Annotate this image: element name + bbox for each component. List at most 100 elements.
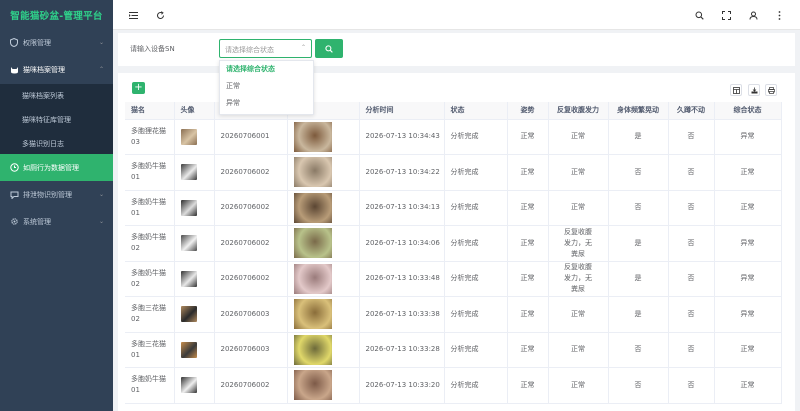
strain-cell: 反复收腹发力，无粪尿	[548, 261, 609, 297]
device-sn-cell: 20260706001	[214, 119, 288, 155]
analysis-time-cell: 2026-07-13 10:33:48	[359, 261, 445, 297]
cat-photo[interactable]	[293, 228, 332, 259]
user-icon[interactable]	[746, 8, 760, 22]
menu-toggle-icon[interactable]	[126, 8, 140, 22]
status-cell: 分析完成	[444, 332, 508, 368]
behavior-table: 猫名 头像 设备SN 图像 分析时间 状态 姿势 反复收腹发力 身体频繁晃动 久…	[125, 102, 782, 404]
chevron-down-icon: ⌄	[98, 191, 104, 198]
cat-photo[interactable]	[293, 263, 332, 294]
more-vertical-icon[interactable]	[772, 8, 786, 22]
search-icon	[325, 44, 333, 53]
device-sn-cell: 20260706003	[214, 296, 288, 333]
overall-status-cell: 异常	[714, 225, 782, 262]
device-sn-cell: 20260706002	[214, 225, 288, 262]
posture-cell: 正常	[507, 261, 549, 297]
device-sn-cell: 20260706002	[214, 154, 288, 191]
overall-status-select[interactable]: 请选择综合状态 ⌃	[219, 39, 312, 58]
status-cell: 分析完成	[444, 261, 508, 297]
squat-cell: 否	[668, 261, 715, 297]
shake-cell: 否	[608, 190, 669, 226]
gear-icon	[9, 217, 19, 227]
sidebar-item-cat-features[interactable]: 猫咪特征库管理	[0, 108, 113, 132]
sn-input[interactable]: 请输入设备SN	[130, 44, 175, 54]
cat-name-cell: 多胞奶牛猫01	[125, 154, 175, 191]
search-button[interactable]	[315, 39, 343, 58]
dropdown-option-placeholder[interactable]: 请选择综合状态	[220, 61, 313, 78]
shake-cell: 是	[608, 119, 669, 155]
analysis-time-cell: 2026-07-13 10:34:06	[359, 225, 445, 262]
cat-name-cell: 多胞三花猫02	[125, 296, 175, 333]
strain-cell: 正常	[548, 119, 609, 155]
cat-name-cell: 多胞三花猫01	[125, 332, 175, 368]
sidebar-item-system[interactable]: 系统管理 ⌄	[0, 208, 113, 235]
cat-avatar[interactable]	[180, 164, 197, 181]
export-icon[interactable]	[748, 84, 760, 96]
clock-icon	[9, 163, 19, 173]
sidebar-item-excrement[interactable]: 排泄物识别管理 ⌄	[0, 181, 113, 208]
device-sn-cell: 20260706002	[214, 190, 288, 226]
column-header: 姿势	[507, 102, 549, 120]
device-sn-cell: 20260706002	[214, 367, 288, 404]
cat-avatar[interactable]	[180, 270, 197, 287]
cat-name-cell: 多胞奶牛猫01	[125, 190, 175, 226]
cat-avatar[interactable]	[180, 306, 197, 323]
refresh-icon[interactable]	[153, 8, 167, 22]
table-row: 多胞三花猫01 20260706003 2026-07-13 10:33:28 分析完…	[125, 332, 782, 368]
cat-photo[interactable]	[293, 299, 332, 330]
add-button[interactable]: +	[132, 82, 145, 94]
device-sn-cell: 20260706002	[214, 261, 288, 297]
posture-cell: 正常	[507, 154, 549, 191]
chat-icon	[9, 190, 19, 200]
column-header: 猫名	[125, 102, 175, 120]
chevron-up-icon: ⌃	[98, 66, 104, 73]
dropdown-option-abnormal[interactable]: 异常	[220, 95, 313, 112]
cat-avatar[interactable]	[180, 199, 197, 216]
search-icon[interactable]	[692, 8, 706, 22]
print-icon[interactable]	[765, 84, 777, 96]
chevron-down-icon: ⌄	[98, 39, 104, 46]
cat-avatar[interactable]	[180, 377, 197, 394]
top-header	[113, 0, 800, 30]
analysis-time-cell: 2026-07-13 10:33:20	[359, 367, 445, 404]
squat-cell: 否	[668, 332, 715, 368]
cat-photo[interactable]	[293, 334, 332, 365]
overall-status-cell: 正常	[714, 367, 782, 404]
cat-photo[interactable]	[293, 370, 332, 401]
column-header: 久蹲不动	[668, 102, 715, 120]
sidebar-item-label: 权限管理	[23, 38, 51, 47]
strain-cell: 正常	[548, 296, 609, 333]
cat-photo[interactable]	[293, 121, 332, 152]
shake-cell: 是	[608, 296, 669, 333]
dropdown-option-normal[interactable]: 正常	[220, 78, 313, 95]
fullscreen-icon[interactable]	[719, 8, 733, 22]
cat-avatar[interactable]	[180, 341, 197, 358]
column-header: 身体频繁晃动	[608, 102, 669, 120]
sidebar-item-cat-profiles[interactable]: 猫咪档案管理 ⌃	[0, 56, 113, 83]
sidebar-item-multi-cat-log[interactable]: 多猫识别日志	[0, 132, 113, 156]
strain-cell: 正常	[548, 154, 609, 191]
cat-avatar[interactable]	[180, 128, 197, 145]
strain-cell: 正常	[548, 190, 609, 226]
columns-icon[interactable]	[730, 84, 742, 96]
posture-cell: 正常	[507, 332, 549, 368]
strain-cell: 反复收腹发力，无粪尿	[548, 225, 609, 262]
squat-cell: 否	[668, 190, 715, 226]
column-header: 状态	[444, 102, 508, 120]
squat-cell: 否	[668, 225, 715, 262]
cat-photo[interactable]	[293, 192, 332, 223]
table-row: 多胞狸花猫03 20260706001 2026-07-13 10:34:43 分析完…	[125, 119, 782, 155]
posture-cell: 正常	[507, 367, 549, 404]
cat-name-cell: 多胞奶牛猫02	[125, 225, 175, 262]
sidebar-item-toilet-behavior[interactable]: 如厕行为数据管理	[0, 154, 113, 181]
cat-photo[interactable]	[293, 157, 332, 188]
cat-avatar[interactable]	[180, 235, 197, 252]
status-cell: 分析完成	[444, 154, 508, 191]
cat-name-cell: 多胞奶牛猫02	[125, 261, 175, 297]
status-cell: 分析完成	[444, 225, 508, 262]
table-row: 多胞三花猫02 20260706003 2026-07-13 10:33:38 分析完…	[125, 296, 782, 333]
status-cell: 分析完成	[444, 190, 508, 226]
sidebar-item-permissions[interactable]: 权限管理 ⌄	[0, 29, 113, 56]
sidebar-item-cat-list[interactable]: 猫咪档案列表	[0, 84, 113, 108]
analysis-time-cell: 2026-07-13 10:34:13	[359, 190, 445, 226]
column-header: 头像	[174, 102, 215, 120]
